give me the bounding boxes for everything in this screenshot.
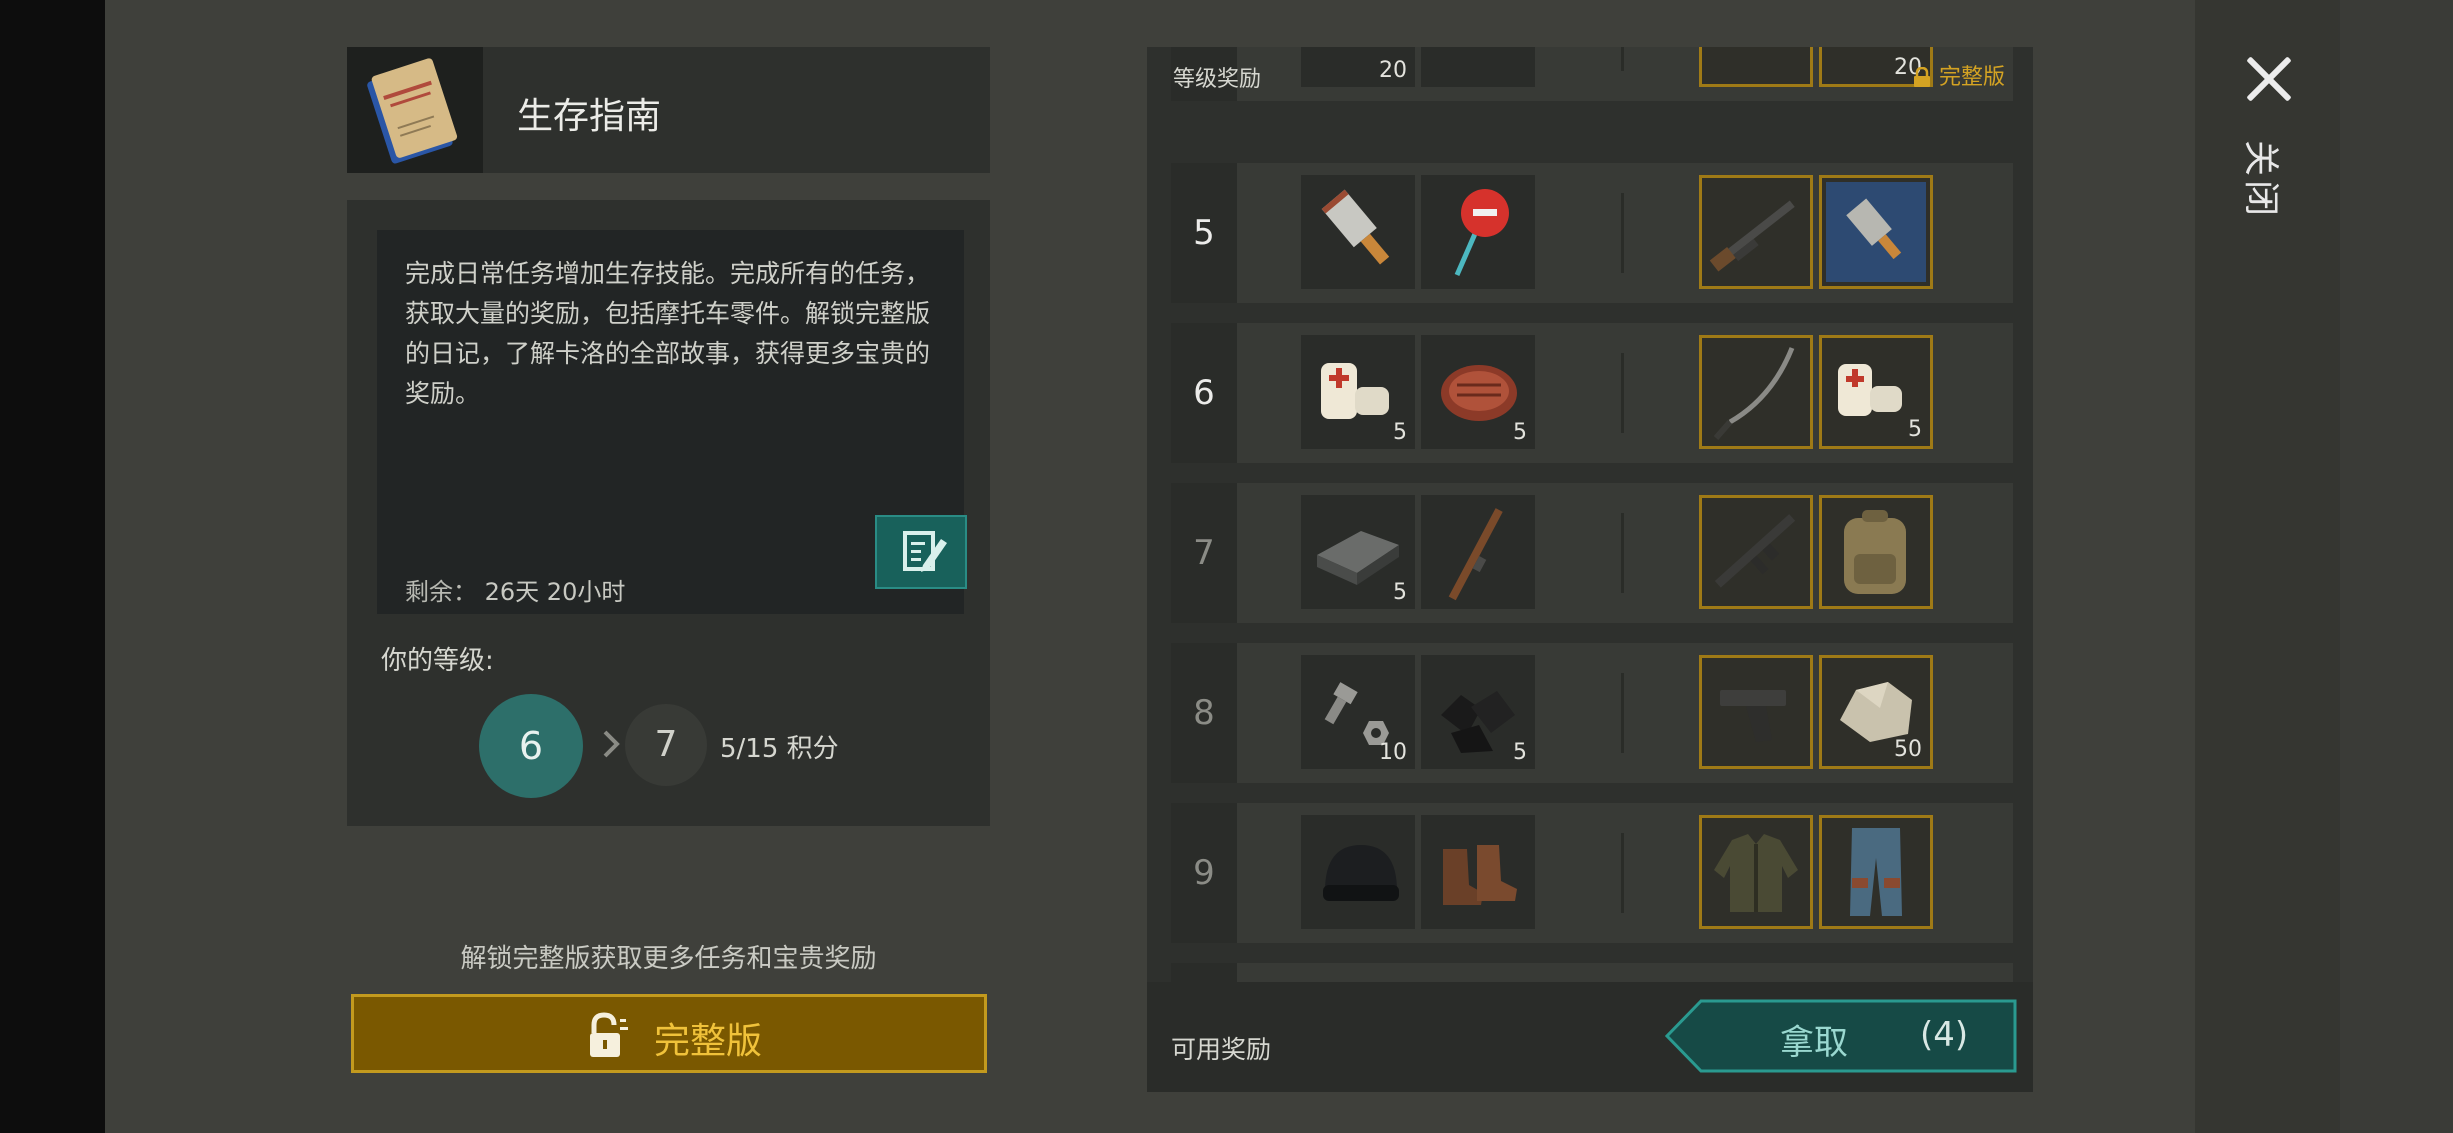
pistol-icon	[1720, 690, 1786, 742]
row-divider	[1621, 193, 1624, 273]
time-remaining-label: 剩余：	[405, 578, 477, 606]
row-divider	[1621, 353, 1624, 433]
row-level-number	[1171, 963, 1237, 982]
close-icon	[2244, 54, 2294, 104]
screen-edge-left	[0, 0, 105, 1133]
beanie-icon	[1323, 845, 1399, 901]
guide-info-panel: 完成日常任务增加生存技能。完成所有的任务，获取大量的奖励，包括摩托车零件。解锁完…	[347, 200, 990, 826]
time-remaining-value: 26天 20小时	[484, 578, 626, 606]
reward-qty: 5	[1513, 420, 1527, 445]
premium-reward-slot[interactable]	[1819, 815, 1933, 929]
reward-row-partial: 20 20	[1171, 47, 2013, 101]
premium-reward-slot[interactable]	[1699, 47, 1813, 87]
guide-header: 生存指南	[347, 47, 990, 173]
available-rewards-label: 可用奖励	[1171, 1035, 1272, 1064]
premium-reward-slot[interactable]: 5	[1819, 335, 1933, 449]
premium-reward-slot[interactable]: 50	[1819, 655, 1933, 769]
unlock-tip: 解锁完整版获取更多任务和宝贵奖励	[460, 944, 877, 974]
row-level-number: 5	[1171, 163, 1237, 303]
reward-row-level-7: 7 5	[1171, 483, 2013, 623]
reward-qty: 5	[1393, 420, 1407, 445]
row-divider	[1621, 833, 1624, 913]
guide-description: 完成日常任务增加生存技能。完成所有的任务，获取大量的奖励，包括摩托车零件。解锁完…	[405, 259, 931, 408]
next-level-badge: 7	[625, 704, 707, 786]
reward-row-level-6: 6 5 5 5	[1171, 323, 2013, 463]
row-level-number: 9	[1171, 803, 1237, 943]
shotgun-icon	[1709, 200, 1795, 272]
reward-slot[interactable]: 10	[1301, 655, 1415, 769]
rewards-title: 等级奖励	[1173, 67, 1262, 92]
rewards-footer: 可用奖励 拿取 (4)	[1147, 982, 2033, 1092]
diary-edit-button[interactable]	[875, 515, 967, 589]
claim-label: 拿取	[1780, 1023, 1848, 1063]
notepad-pen-icon	[903, 531, 947, 572]
reward-slot[interactable]	[1301, 815, 1415, 929]
full-version-label: 完整版	[654, 1021, 763, 1062]
reward-qty: 50	[1894, 737, 1922, 762]
cleaver-icon	[1321, 189, 1390, 265]
reward-qty: 20	[1379, 58, 1407, 83]
premium-reward-slot[interactable]	[1699, 655, 1813, 769]
premium-reward-slot[interactable]	[1699, 335, 1813, 449]
reward-slot[interactable]	[1421, 175, 1535, 289]
reward-row-level-8: 8 10 5 50	[1171, 643, 2013, 783]
current-level-badge: 6	[479, 694, 583, 798]
unlock-icon	[590, 1012, 628, 1057]
reward-slot[interactable]: 5	[1301, 335, 1415, 449]
assault-rifle-icon	[1714, 514, 1796, 588]
level-points: 5/15 积分	[720, 734, 839, 764]
premium-reward-slot[interactable]	[1819, 495, 1933, 609]
reward-slot[interactable]	[1421, 815, 1535, 929]
pants-icon	[1850, 828, 1902, 916]
reward-slot[interactable]: 20	[1301, 47, 1415, 87]
full-version-button[interactable]: 完整版	[351, 994, 987, 1073]
reward-qty: 5	[1513, 740, 1527, 765]
premium-reward-slot[interactable]	[1699, 815, 1813, 929]
close-label: 关闭	[2240, 140, 2281, 221]
premium-column-tag: 完整版	[1913, 59, 2005, 91]
reward-row-partial	[1171, 963, 2013, 982]
premium-reward-slot[interactable]	[1699, 175, 1813, 289]
jacket-icon	[1714, 834, 1798, 912]
stop-sign-icon	[1454, 189, 1509, 276]
reward-qty: 5	[1908, 417, 1922, 442]
reward-qty: 5	[1393, 580, 1407, 605]
row-divider	[1621, 673, 1624, 753]
premium-label: 完整版	[1938, 65, 2005, 90]
survival-guide-book-icon	[347, 47, 483, 173]
row-level-number: 6	[1171, 323, 1237, 463]
row-level-number: 8	[1171, 643, 1237, 783]
boots-icon	[1443, 845, 1517, 905]
reward-slot[interactable]	[1421, 495, 1535, 609]
reward-slot[interactable]: 5	[1421, 335, 1535, 449]
row-divider	[1621, 47, 1624, 71]
claim-count: (4)	[1920, 1015, 1969, 1055]
time-remaining: 剩余： 26天 20小时	[405, 572, 625, 607]
rifle-icon	[1448, 508, 1503, 601]
reward-slot[interactable]	[1301, 175, 1415, 289]
reward-row-level-5: 5	[1171, 163, 2013, 303]
row-level-number: 7	[1171, 483, 1237, 623]
level-rewards-panel: 等级奖励 完整版 20 20 5 6 5 5 5 7 5 8 10 5 50 9…	[1147, 47, 2033, 1092]
guide-title: 生存指南	[517, 96, 662, 137]
reward-slot[interactable]: 5	[1421, 655, 1535, 769]
backpack-icon	[1844, 510, 1906, 594]
katana-icon	[1713, 347, 1795, 440]
row-divider	[1621, 513, 1624, 593]
blueprint-cleaver-icon	[1826, 182, 1926, 282]
reward-slot[interactable]	[1421, 47, 1535, 87]
close-button[interactable]: 关闭	[2228, 40, 2308, 240]
description-box: 完成日常任务增加生存技能。完成所有的任务，获取大量的奖励，包括摩托车零件。解锁完…	[377, 230, 967, 614]
lock-icon	[1913, 67, 1930, 87]
reward-rows-list[interactable]: 20 20 5 6 5 5 5 7 5 8 10 5 50 9	[1171, 47, 2013, 982]
reward-slot[interactable]: 5	[1301, 495, 1415, 609]
reward-qty: 10	[1379, 740, 1407, 765]
screen-edge-right	[2338, 0, 2453, 1133]
premium-reward-slot[interactable]	[1819, 175, 1933, 289]
level-label: 你的等级:	[381, 646, 494, 676]
premium-reward-slot[interactable]	[1699, 495, 1813, 609]
claim-rewards-button[interactable]: 拿取 (4)	[1665, 999, 2017, 1073]
reward-row-level-9: 9	[1171, 803, 2013, 943]
